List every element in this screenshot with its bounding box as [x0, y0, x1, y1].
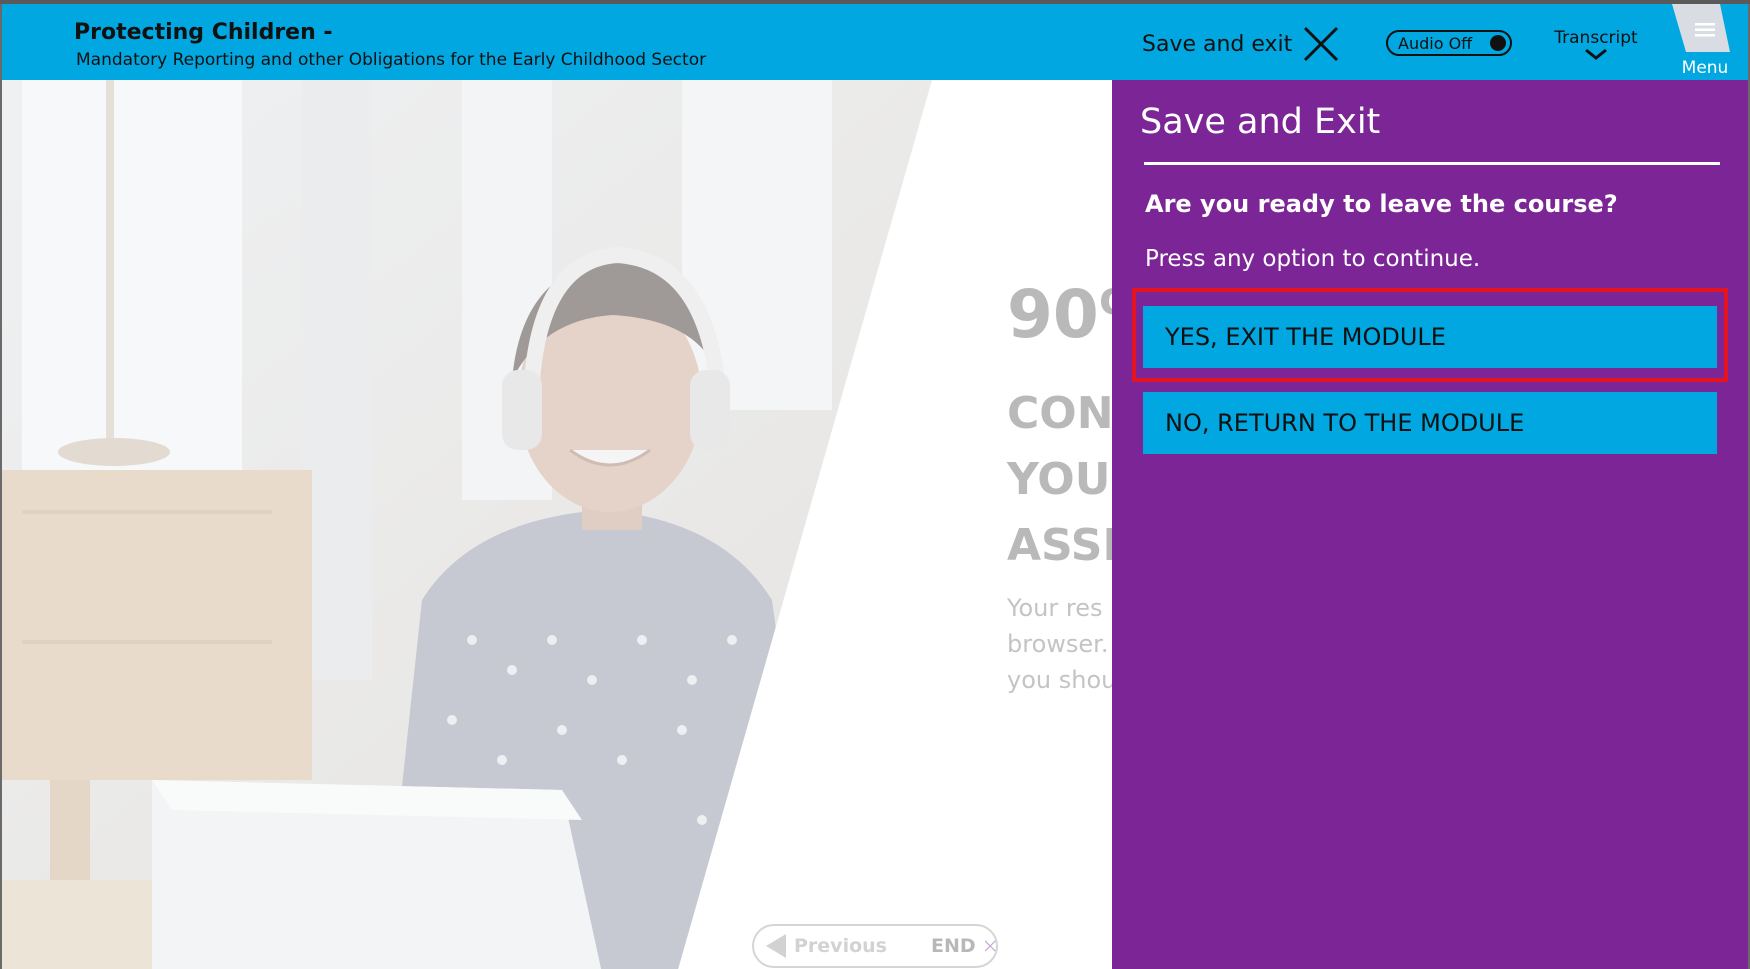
completion-stat: 90% [1007, 276, 1112, 353]
slide-heading-line: YOU [1007, 454, 1111, 505]
slide-body-line: browser. [1007, 630, 1109, 658]
save-exit-button[interactable]: Save and exit [1142, 24, 1340, 64]
exit-module-button[interactable]: YES, EXIT THE MODULE [1143, 306, 1717, 368]
course-subtitle: Mandatory Reporting and other Obligation… [76, 50, 707, 70]
slide-heading-line: ASSE [1007, 520, 1112, 571]
transcript-button[interactable]: Transcript [1542, 28, 1650, 60]
panel-divider [1144, 162, 1720, 165]
menu-label: Menu [1681, 58, 1729, 78]
course-slide: 90% CON YOU ASSE Your res browser. you s… [0, 80, 1112, 969]
toggle-knob-icon [1490, 35, 1506, 51]
course-title: Protecting Children - [74, 20, 333, 45]
save-exit-label: Save and exit [1142, 31, 1293, 57]
transcript-label: Transcript [1554, 28, 1638, 48]
hamburger-menu-icon [1695, 23, 1715, 37]
panel-title: Save and Exit [1140, 102, 1381, 142]
audio-toggle-label: Audio Off [1398, 33, 1473, 53]
save-exit-panel: Save and Exit Are you ready to leave the… [1112, 80, 1750, 969]
course-header: Protecting Children - Mandatory Reportin… [0, 4, 1750, 80]
app-window: Protecting Children - Mandatory Reportin… [0, 0, 1750, 969]
previous-button[interactable]: Previous [794, 935, 887, 957]
close-x-icon[interactable] [984, 935, 996, 957]
menu-button[interactable]: Menu [1666, 4, 1744, 80]
panel-question: Are you ready to leave the course? [1145, 190, 1618, 218]
slide-body-line: you shou [1007, 666, 1112, 694]
return-module-button[interactable]: NO, RETURN TO THE MODULE [1143, 392, 1717, 454]
student-photo [2, 80, 1112, 969]
chevron-down-icon [1585, 48, 1607, 60]
panel-instruction: Press any option to continue. [1145, 246, 1481, 272]
audio-toggle[interactable]: Audio Off [1386, 30, 1512, 56]
close-x-icon [1304, 26, 1339, 62]
slide-body-line: Your res [1007, 594, 1103, 622]
end-label: END [930, 935, 976, 957]
triangle-left-icon[interactable] [766, 934, 786, 958]
slide-navigation: Previous END [752, 924, 998, 968]
slide-heading-line: CON [1007, 388, 1112, 439]
